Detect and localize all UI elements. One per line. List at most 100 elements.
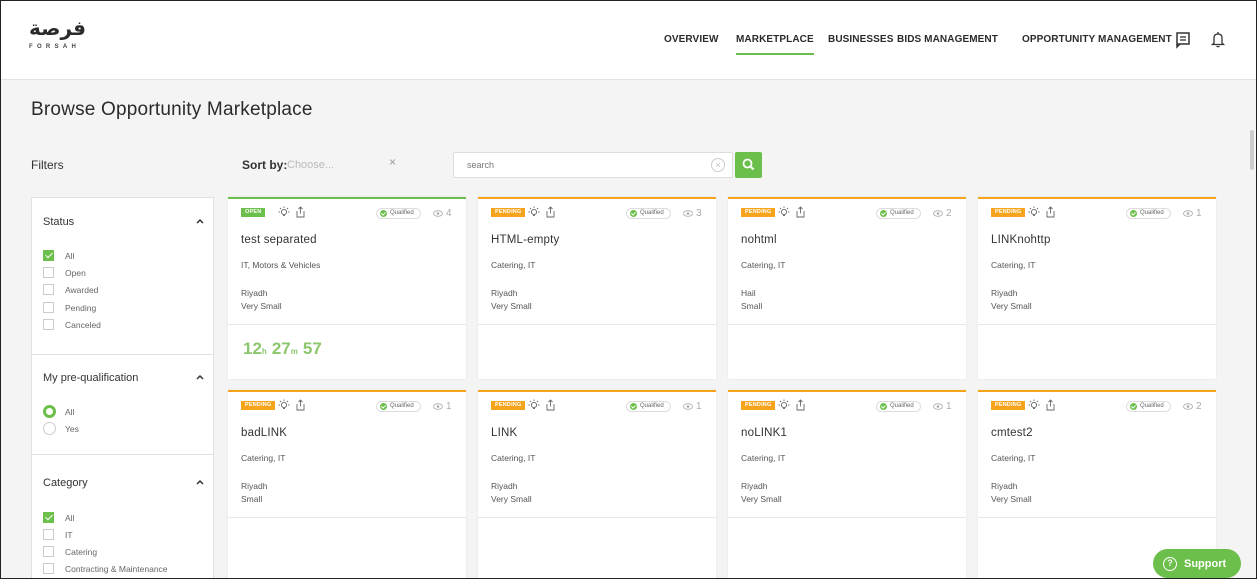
status-badge: PENDING (491, 401, 526, 410)
status-option-all[interactable]: All (43, 250, 74, 261)
share-icon[interactable] (795, 206, 806, 218)
card-title[interactable]: HTML-empty (491, 234, 559, 246)
qualified-label: Qualified (1140, 403, 1164, 409)
share-icon[interactable] (295, 206, 306, 218)
share-icon[interactable] (795, 399, 806, 411)
status-option-canceled[interactable]: Canceled (43, 319, 101, 330)
search-clear-icon[interactable]: × (711, 158, 725, 172)
option-label: IT (65, 529, 73, 540)
eye-icon (1183, 210, 1193, 217)
card-categories: Catering, IT (241, 453, 286, 463)
sort-select[interactable]: Choose... (287, 159, 334, 171)
sort-clear-icon[interactable]: × (389, 155, 396, 169)
card-title[interactable]: cmtest2 (991, 427, 1033, 439)
lightbulb-icon[interactable] (778, 399, 790, 411)
share-icon[interactable] (1045, 206, 1056, 218)
share-icon[interactable] (295, 399, 306, 411)
category-option-it[interactable]: IT (43, 529, 73, 540)
filters-heading: Filters (31, 158, 64, 172)
qualified-badge: Qualified (876, 401, 921, 412)
sort-by-label: Sort by: (242, 158, 288, 172)
scrollbar-thumb[interactable] (1250, 130, 1254, 170)
messages-icon[interactable] (1173, 29, 1193, 49)
nav-opportunity-management[interactable]: OPPORTUNITY MANAGEMENT (1022, 33, 1172, 47)
card-city: Riyadh (241, 481, 268, 491)
chevron-up-icon[interactable] (195, 477, 205, 487)
lightbulb-icon[interactable] (1028, 399, 1040, 411)
search-icon (742, 158, 755, 171)
check-circle-icon (1130, 210, 1137, 217)
opportunity-card[interactable]: OPEN Qualified 4 test separated IT, Moto… (228, 197, 466, 379)
qualified-badge: Qualified (376, 208, 421, 219)
search-button[interactable] (735, 152, 762, 178)
notifications-bell-icon[interactable] (1208, 29, 1228, 49)
checkbox[interactable] (43, 563, 54, 574)
lightbulb-icon[interactable] (778, 206, 790, 218)
lightbulb-icon[interactable] (528, 399, 540, 411)
chevron-up-icon[interactable] (195, 216, 205, 226)
support-button[interactable]: ? Support (1153, 549, 1241, 578)
prequal-filter-title: My pre-qualification (43, 372, 139, 384)
checkbox[interactable] (43, 302, 54, 313)
eye-icon (433, 403, 443, 410)
card-title[interactable]: noLINK1 (741, 427, 787, 439)
lightbulb-icon[interactable] (278, 399, 290, 411)
qualified-label: Qualified (1140, 210, 1164, 216)
countdown-seconds: 57 (302, 339, 322, 358)
card-divider (478, 324, 716, 325)
share-icon[interactable] (545, 206, 556, 218)
opportunity-card[interactable]: PENDING Qualified (728, 197, 966, 379)
opportunity-card[interactable]: PENDING Qualified (228, 390, 466, 579)
lightbulb-icon[interactable] (278, 206, 290, 218)
eye-icon (683, 210, 693, 217)
checkbox[interactable] (43, 284, 54, 295)
card-title[interactable]: LINK (491, 427, 517, 439)
share-icon[interactable] (1045, 399, 1056, 411)
card-categories: Catering, IT (491, 453, 536, 463)
nav-businesses[interactable]: BUSINESSES (828, 33, 893, 47)
eye-icon (933, 210, 943, 217)
checkbox[interactable] (43, 546, 54, 557)
lightbulb-icon[interactable] (528, 206, 540, 218)
checkbox[interactable] (43, 250, 54, 261)
logo-english-text: FORSAH (29, 44, 81, 50)
chevron-up-icon[interactable] (195, 372, 205, 382)
forsah-logo[interactable]: فرصة FORSAH (29, 16, 89, 60)
nav-marketplace[interactable]: MARKETPLACE (736, 33, 814, 55)
card-title[interactable]: test separated (241, 234, 317, 246)
category-option-all[interactable]: All (43, 512, 74, 523)
views-number: 1 (446, 401, 452, 412)
category-option-contracting[interactable]: Contracting & Maintenance (43, 563, 168, 574)
category-option-catering[interactable]: Catering (43, 546, 97, 557)
nav-bids-management[interactable]: BIDS MANAGEMENT (897, 33, 998, 47)
status-badge: PENDING (741, 208, 776, 217)
nav-overview[interactable]: OVERVIEW (664, 33, 719, 47)
radio-button[interactable] (43, 405, 56, 418)
status-option-open[interactable]: Open (43, 267, 86, 278)
card-title[interactable]: badLINK (241, 427, 287, 439)
check-circle-icon (880, 403, 887, 410)
status-badge: PENDING (741, 401, 776, 410)
radio-button[interactable] (43, 422, 56, 435)
status-badge: PENDING (991, 401, 1026, 410)
lightbulb-icon[interactable] (1028, 206, 1040, 218)
search-input[interactable]: search × (453, 152, 733, 178)
opportunity-card[interactable]: PENDING Qualified (478, 197, 716, 379)
share-icon[interactable] (545, 399, 556, 411)
card-title[interactable]: nohtml (741, 234, 777, 246)
option-label: All (65, 406, 75, 417)
eye-icon (933, 403, 943, 410)
opportunity-card[interactable]: PENDING Qualified (728, 390, 966, 579)
checkbox[interactable] (43, 319, 54, 330)
card-size: Very Small (491, 301, 532, 311)
opportunity-card[interactable]: PENDING Qualified (478, 390, 716, 579)
prequal-option-all[interactable]: All (43, 405, 74, 418)
status-option-awarded[interactable]: Awarded (43, 284, 98, 295)
checkbox[interactable] (43, 529, 54, 540)
checkbox[interactable] (43, 512, 54, 523)
card-title[interactable]: LINKnohttp (991, 234, 1051, 246)
checkbox[interactable] (43, 267, 54, 278)
opportunity-card[interactable]: PENDING Qualified (978, 197, 1216, 379)
status-option-pending[interactable]: Pending (43, 302, 96, 313)
prequal-option-yes[interactable]: Yes (43, 422, 79, 435)
